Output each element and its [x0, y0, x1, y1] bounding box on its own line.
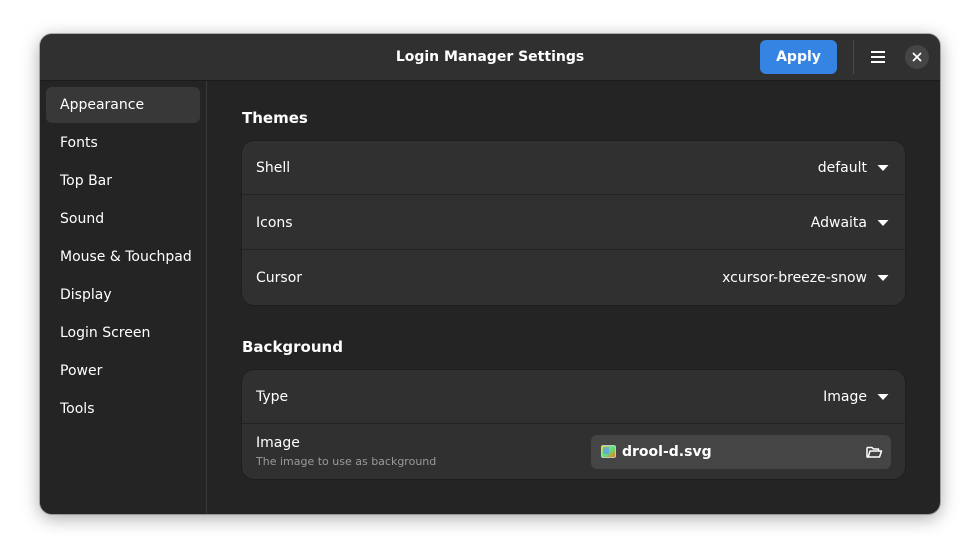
sidebar: Appearance Fonts Top Bar Sound Mouse & T… [40, 81, 207, 514]
image-file-icon [601, 445, 616, 458]
type-label: Type [256, 389, 289, 405]
image-file-name: drool-d.svg [622, 444, 712, 460]
shell-value[interactable]: default [818, 141, 867, 195]
background-heading: Background [242, 338, 343, 356]
dropdown-arrow-icon[interactable] [877, 164, 889, 172]
hamburger-menu-icon [871, 51, 885, 63]
sidebar-item-appearance[interactable]: Appearance [46, 87, 200, 123]
sidebar-item-power[interactable]: Power [46, 353, 200, 389]
type-value[interactable]: Image [823, 370, 867, 424]
image-file-chooser[interactable]: drool-d.svg [591, 435, 891, 469]
icons-value[interactable]: Adwaita [811, 196, 867, 250]
cursor-label: Cursor [256, 270, 303, 286]
shell-row[interactable]: Shell default [242, 141, 905, 195]
image-row: Image The image to use as background dro… [242, 425, 905, 479]
folder-open-icon[interactable] [865, 443, 883, 461]
dropdown-arrow-icon[interactable] [877, 393, 889, 401]
apply-button[interactable]: Apply [760, 40, 837, 74]
icons-label: Icons [256, 215, 293, 231]
header-separator [853, 40, 854, 74]
type-row[interactable]: Type Image [242, 370, 905, 424]
sidebar-item-sound[interactable]: Sound [46, 201, 200, 237]
image-label: Image [256, 435, 300, 451]
cursor-value[interactable]: xcursor-breeze-snow [722, 251, 867, 305]
close-icon [912, 52, 922, 62]
themes-heading: Themes [242, 109, 308, 127]
background-group: Type Image Image The image to use as bac… [242, 370, 905, 479]
content-pane: Themes Shell default Icons Adwaita Curso… [207, 81, 940, 514]
headerbar: Login Manager Settings Apply [40, 34, 940, 81]
close-button[interactable] [905, 45, 929, 69]
sidebar-item-display[interactable]: Display [46, 277, 200, 313]
main-menu-button[interactable] [861, 40, 895, 74]
themes-group: Shell default Icons Adwaita Cursor xcurs… [242, 141, 905, 305]
dropdown-arrow-icon[interactable] [877, 219, 889, 227]
sidebar-item-login-screen[interactable]: Login Screen [46, 315, 200, 351]
image-subtitle: The image to use as background [256, 455, 437, 468]
sidebar-item-mouse-touchpad[interactable]: Mouse & Touchpad [46, 239, 200, 275]
dropdown-arrow-icon[interactable] [877, 274, 889, 282]
shell-label: Shell [256, 160, 291, 176]
sidebar-item-fonts[interactable]: Fonts [46, 125, 200, 161]
icons-row[interactable]: Icons Adwaita [242, 196, 905, 250]
sidebar-item-top-bar[interactable]: Top Bar [46, 163, 200, 199]
settings-window: Login Manager Settings Apply Appearance … [40, 34, 940, 514]
cursor-row[interactable]: Cursor xcursor-breeze-snow [242, 251, 905, 305]
sidebar-item-tools[interactable]: Tools [46, 391, 200, 427]
